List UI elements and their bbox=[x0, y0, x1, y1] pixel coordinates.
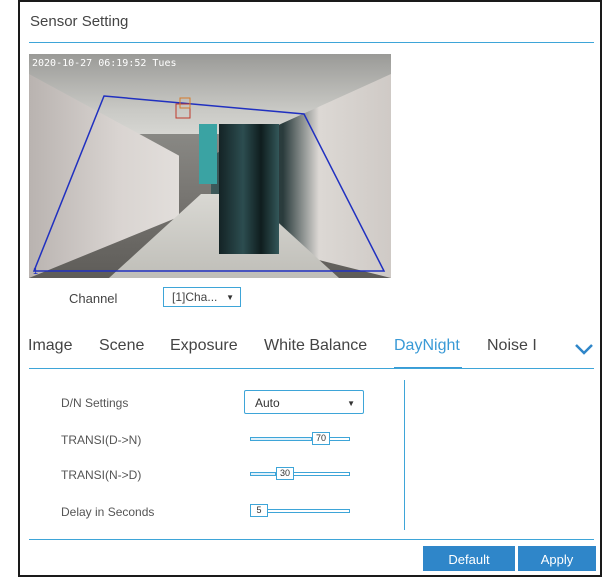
tab-white-balance[interactable]: White Balance bbox=[264, 337, 367, 355]
transi-nd-slider[interactable]: 30 bbox=[250, 467, 350, 480]
transi-nd-thumb[interactable]: 30 bbox=[276, 467, 295, 480]
settings-tabs: Image Scene Exposure White Balance DayNi… bbox=[20, 337, 604, 369]
transi-dn-label: TRANSI(D->N) bbox=[61, 433, 142, 447]
tab-image[interactable]: Image bbox=[28, 337, 72, 355]
tab-daynight[interactable]: DayNight bbox=[394, 337, 460, 355]
dropdown-caret-icon: ▼ bbox=[226, 293, 234, 302]
default-button[interactable]: Default bbox=[423, 546, 515, 571]
delay-seconds-label: Delay in Seconds bbox=[61, 505, 155, 519]
channel-select[interactable]: [1]Cha... ▼ bbox=[163, 287, 241, 307]
tab-exposure[interactable]: Exposure bbox=[170, 337, 238, 355]
apply-button[interactable]: Apply bbox=[518, 546, 596, 571]
chevron-down-icon[interactable] bbox=[572, 339, 596, 359]
tab-scene[interactable]: Scene bbox=[99, 337, 144, 355]
panel-divider bbox=[404, 380, 405, 530]
tabs-divider bbox=[29, 368, 594, 369]
dn-settings-select[interactable]: Auto ▼ bbox=[244, 390, 364, 414]
dn-settings-value: Auto bbox=[255, 396, 280, 410]
roi-number: 1 bbox=[33, 266, 39, 276]
tab-noise[interactable]: Noise I bbox=[487, 337, 537, 355]
video-preview[interactable]: 2020-10-27 06:19:52 Tues 1 bbox=[29, 54, 391, 278]
sensor-setting-window: Sensor Setting 2020-10-27 06:19:52 Tues … bbox=[18, 0, 602, 577]
delay-seconds-slider[interactable]: 5 bbox=[250, 504, 350, 517]
dropdown-caret-icon: ▼ bbox=[347, 399, 355, 408]
delay-seconds-thumb[interactable]: 5 bbox=[250, 504, 268, 517]
video-timestamp: 2020-10-27 06:19:52 Tues bbox=[32, 58, 177, 69]
channel-select-value: [1]Cha... bbox=[172, 290, 218, 304]
transi-nd-label: TRANSI(N->D) bbox=[61, 468, 142, 482]
channel-label: Channel bbox=[69, 291, 118, 306]
transi-dn-slider[interactable]: 70 bbox=[250, 432, 350, 445]
roi-polygon[interactable] bbox=[29, 54, 391, 278]
footer-divider bbox=[29, 539, 594, 540]
transi-dn-thumb[interactable]: 70 bbox=[312, 432, 331, 445]
page-title: Sensor Setting bbox=[30, 13, 129, 30]
dn-settings-label: D/N Settings bbox=[61, 396, 129, 410]
title-divider bbox=[29, 42, 594, 43]
